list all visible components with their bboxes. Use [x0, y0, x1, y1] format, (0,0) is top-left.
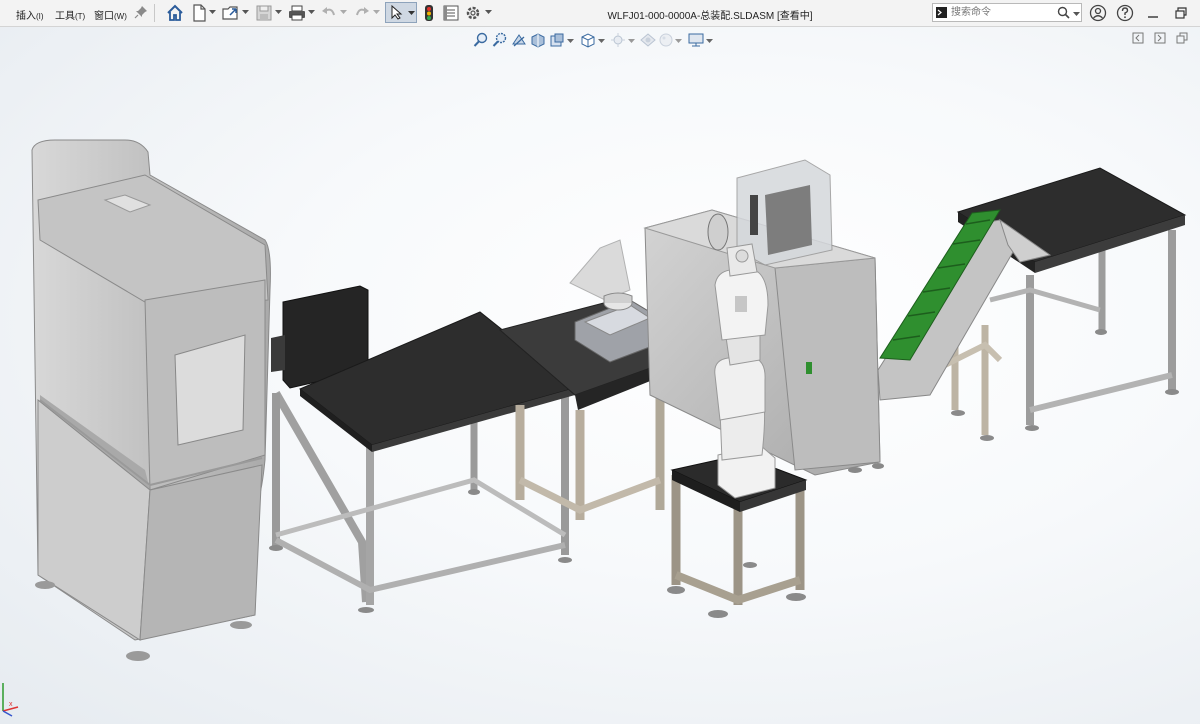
file-properties-icon[interactable] [442, 4, 460, 22]
axis-triad-icon: x [2, 683, 19, 717]
redo-icon[interactable] [353, 4, 371, 22]
new-file-dropdown-icon[interactable] [209, 8, 216, 15]
menu-insert-label: 插入 [16, 11, 36, 22]
document-title: WLFJ01-000-0000A-总装配.SLDASM [查看中] [607, 11, 813, 22]
new-file-icon[interactable] [190, 4, 208, 22]
menu-tools-accelerator: (T) [75, 12, 86, 21]
search-dropdown-icon[interactable] [1073, 10, 1080, 17]
search-commands-box[interactable] [932, 3, 1082, 22]
pin-icon[interactable] [134, 5, 148, 19]
search-icon[interactable] [1057, 6, 1070, 19]
help-icon[interactable] [1116, 4, 1134, 22]
redo-dropdown-icon[interactable] [373, 8, 380, 15]
inclined-conveyor[interactable] [877, 209, 1052, 441]
select-dropdown-icon [408, 11, 415, 15]
options-dropdown-icon[interactable] [485, 8, 492, 15]
undo-icon[interactable] [320, 4, 338, 22]
undo-dropdown-icon[interactable] [340, 8, 347, 15]
print-dropdown-icon[interactable] [308, 8, 315, 15]
assembly-model[interactable] [0, 27, 1200, 724]
traffic-light-icon[interactable] [420, 4, 438, 22]
toolbar-separator [154, 4, 155, 22]
save-icon[interactable] [255, 4, 273, 22]
svg-text:x: x [9, 701, 13, 708]
menu-insert-accelerator: (I) [36, 12, 44, 21]
select-cursor-icon [391, 5, 403, 20]
menu-tools[interactable]: 工具(T) [55, 7, 85, 22]
menu-window-accelerator: (W) [114, 12, 127, 21]
graphics-area[interactable]: x [0, 27, 1200, 724]
menu-insert[interactable]: 插入(I) [16, 7, 44, 22]
user-icon[interactable] [1089, 4, 1107, 22]
menu-window[interactable]: 窗口(W) [94, 7, 127, 22]
menu-window-label: 窗口 [94, 11, 114, 22]
search-input[interactable] [951, 5, 1051, 20]
enclosure-machine[interactable] [31, 139, 271, 661]
print-icon[interactable] [288, 4, 306, 22]
home-icon[interactable] [166, 4, 184, 22]
work-table-3[interactable] [956, 167, 1187, 431]
select-button[interactable] [385, 2, 417, 23]
save-dropdown-icon[interactable] [275, 8, 282, 15]
minimize-icon[interactable] [1144, 4, 1162, 22]
gear-icon[interactable] [464, 4, 482, 22]
restore-icon[interactable] [1172, 4, 1190, 22]
command-prompt-icon [936, 7, 947, 18]
open-file-icon[interactable] [222, 4, 240, 22]
title-toolbar: ) 插入(I) 工具(T) 窗口(W) WLFJ01-000-0000A-总装配… [0, 0, 1200, 27]
open-file-dropdown-icon[interactable] [242, 8, 249, 15]
menu-tools-label: 工具 [55, 11, 75, 22]
